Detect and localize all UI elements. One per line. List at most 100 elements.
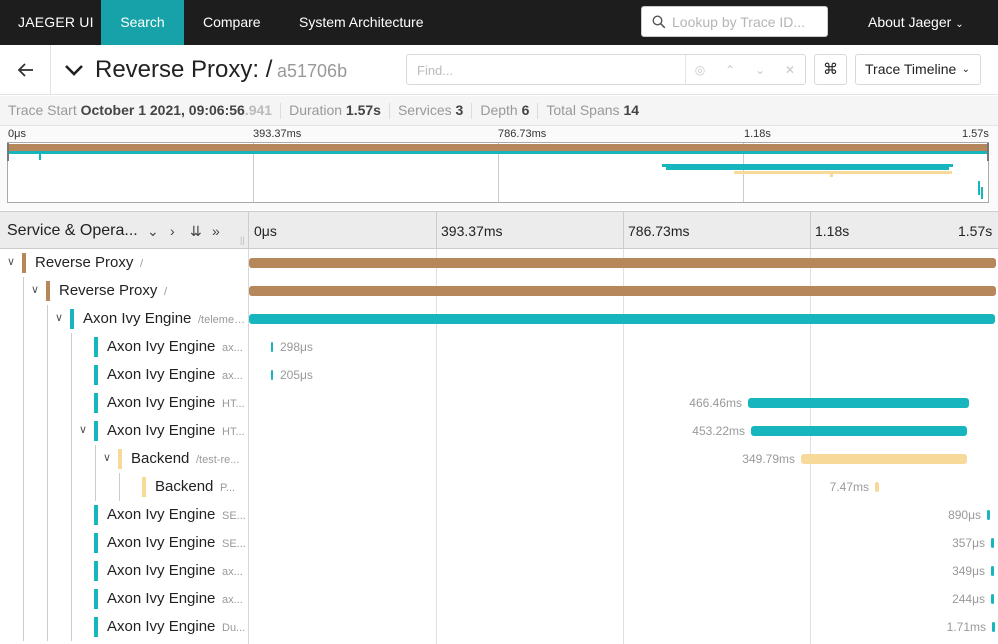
span-row[interactable]: Backend P... 7.47ms — [0, 473, 998, 501]
span-timeline-cell[interactable]: 349.79ms — [249, 445, 998, 473]
span-row[interactable]: Axon Ivy Engine SE... 890μs — [0, 501, 998, 529]
span-name-cell[interactable]: ∨ Reverse Proxy / — [0, 249, 249, 277]
chevron-down-icon[interactable]: ⌄ — [752, 62, 768, 78]
span-timeline-cell[interactable] — [249, 277, 998, 305]
span-bar[interactable] — [992, 622, 995, 632]
span-bar[interactable] — [249, 286, 996, 296]
span-duration-label: 244μs — [952, 592, 985, 606]
span-timeline-cell[interactable]: 298μs — [249, 333, 998, 361]
chevron-down-icon[interactable]: ∨ — [7, 255, 15, 268]
column-divider[interactable] — [248, 212, 249, 250]
span-name-cell[interactable]: Axon Ivy Engine Du... — [0, 613, 249, 641]
find-input[interactable] — [417, 61, 677, 79]
span-name-cell[interactable]: ∨ Axon Ivy Engine HT... — [0, 417, 249, 445]
span-name-cell[interactable]: Axon Ivy Engine SE... — [0, 529, 249, 557]
span-bar[interactable] — [991, 594, 994, 604]
span-name-cell[interactable]: Axon Ivy Engine ax... — [0, 333, 249, 361]
minimap-viewport-handle[interactable] — [987, 143, 989, 161]
span-bar[interactable] — [991, 566, 994, 576]
span-timeline-cell[interactable]: 7.47ms — [249, 473, 998, 501]
operation-name: /test-re... — [196, 454, 240, 466]
keyboard-shortcuts-button[interactable]: ⌘ — [814, 54, 847, 85]
expand-all-icon[interactable]: » — [212, 223, 220, 239]
span-timeline-cell[interactable]: 1.71ms — [249, 613, 998, 641]
nav-search[interactable]: Search — [101, 0, 184, 45]
span-timeline-cell[interactable]: 357μs — [249, 529, 998, 557]
span-timeline-cell[interactable]: 466.46ms — [249, 389, 998, 417]
minimap-canvas[interactable] — [7, 142, 989, 203]
span-row[interactable]: ∨ Reverse Proxy / — [0, 277, 998, 305]
trace-minimap[interactable]: 0μs 393.37ms 786.73ms 1.18s 1.57s — [0, 126, 998, 210]
span-bar[interactable] — [875, 482, 879, 492]
span-bar[interactable] — [748, 398, 969, 408]
nav-system-architecture[interactable]: System Architecture — [299, 0, 424, 45]
collapse-one-icon[interactable]: ⌄ — [147, 223, 159, 240]
span-timeline-cell[interactable]: 349μs — [249, 557, 998, 585]
chevron-down-icon[interactable]: ∨ — [55, 311, 63, 324]
span-name-cell[interactable]: Axon Ivy Engine ax... — [0, 585, 249, 613]
span-name-cell[interactable]: Axon Ivy Engine ax... — [0, 361, 249, 389]
span-bar[interactable] — [249, 314, 995, 324]
clear-icon[interactable]: ✕ — [782, 62, 798, 78]
span-timeline-cell[interactable]: 244μs — [249, 585, 998, 613]
collapse-all-icon[interactable]: ⇊ — [190, 223, 202, 240]
span-timeline-cell[interactable]: 890μs — [249, 501, 998, 529]
span-row[interactable]: Axon Ivy Engine ax... 244μs — [0, 585, 998, 613]
span-row[interactable]: ∨ Axon Ivy Engine HT... 453.22ms — [0, 417, 998, 445]
span-bar[interactable] — [801, 454, 967, 464]
span-row[interactable]: Axon Ivy Engine ax... 298μs — [0, 333, 998, 361]
about-jaeger-menu[interactable]: About Jaeger ⌄ — [868, 14, 964, 30]
locate-icon[interactable]: ◎ — [692, 62, 708, 78]
span-bar[interactable] — [271, 342, 273, 352]
span-name-cell[interactable]: ∨ Axon Ivy Engine/telemet... — [0, 305, 249, 333]
back-button[interactable] — [0, 45, 51, 95]
span-name-cell[interactable]: ∨ Backend/test-re... — [0, 445, 249, 473]
trace-id-input[interactable] — [672, 13, 822, 31]
minimap-viewport-handle[interactable] — [7, 143, 9, 161]
span-row[interactable]: Axon Ivy Engine ax... 205μs — [0, 361, 998, 389]
span-bar[interactable] — [249, 258, 996, 268]
chevron-down-icon[interactable]: ∨ — [103, 451, 111, 464]
span-bar[interactable] — [751, 426, 967, 436]
span-bar[interactable] — [991, 538, 994, 548]
span-row[interactable]: Axon Ivy Engine Du... 1.71ms — [0, 613, 998, 641]
span-bar[interactable] — [271, 370, 273, 380]
span-row[interactable]: ∨ Axon Ivy Engine/telemet... — [0, 305, 998, 333]
indent-guide — [95, 473, 96, 501]
indent-guide — [47, 473, 48, 501]
span-row[interactable]: Axon Ivy Engine ax... 349μs — [0, 557, 998, 585]
nav-compare[interactable]: Compare — [203, 0, 261, 45]
span-name-cell[interactable]: Axon Ivy Engine SE... — [0, 501, 249, 529]
span-timeline-cell[interactable] — [249, 305, 998, 333]
service-color-marker — [94, 421, 98, 441]
span-bar[interactable] — [987, 510, 990, 520]
about-label: About Jaeger — [868, 14, 952, 30]
indent-guide — [23, 445, 24, 473]
span-name-cell[interactable]: Backend P... — [0, 473, 249, 501]
span-timeline-cell[interactable]: 205μs — [249, 361, 998, 389]
collapse-chevron-icon[interactable] — [64, 60, 84, 80]
timeline-tick: 786.73ms — [628, 223, 690, 239]
expand-one-icon[interactable]: › — [170, 223, 175, 239]
brand-link[interactable]: JAEGER UI — [18, 14, 94, 30]
minimap-span — [734, 171, 952, 174]
span-name-cell[interactable]: ∨ Reverse Proxy / — [0, 277, 249, 305]
span-timeline-cell[interactable]: 453.22ms — [249, 417, 998, 445]
span-timeline-cell[interactable] — [249, 249, 998, 277]
span-name-cell[interactable]: Axon Ivy Engine ax... — [0, 557, 249, 585]
trace-id-lookup[interactable] — [641, 6, 828, 37]
view-mode-dropdown[interactable]: Trace Timeline ⌄ — [855, 54, 981, 85]
span-duration-label: 890μs — [948, 508, 981, 522]
trace-start-label: Trace Start — [8, 102, 77, 118]
chevron-up-icon[interactable]: ⌃ — [722, 62, 738, 78]
chevron-down-icon[interactable]: ∨ — [31, 283, 39, 296]
span-row[interactable]: ∨ Backend/test-re... 349.79ms — [0, 445, 998, 473]
operation-name: ax... — [222, 594, 243, 606]
column-resizer-icon[interactable]: || — [240, 235, 245, 245]
span-row[interactable]: Axon Ivy Engine SE... 357μs — [0, 529, 998, 557]
chevron-down-icon[interactable]: ∨ — [79, 423, 87, 436]
span-name-cell[interactable]: Axon Ivy Engine HT... — [0, 389, 249, 417]
span-row[interactable]: ∨ Reverse Proxy / — [0, 249, 998, 277]
span-row[interactable]: Axon Ivy Engine HT... 466.46ms — [0, 389, 998, 417]
minimap-tick: 393.37ms — [253, 128, 302, 140]
